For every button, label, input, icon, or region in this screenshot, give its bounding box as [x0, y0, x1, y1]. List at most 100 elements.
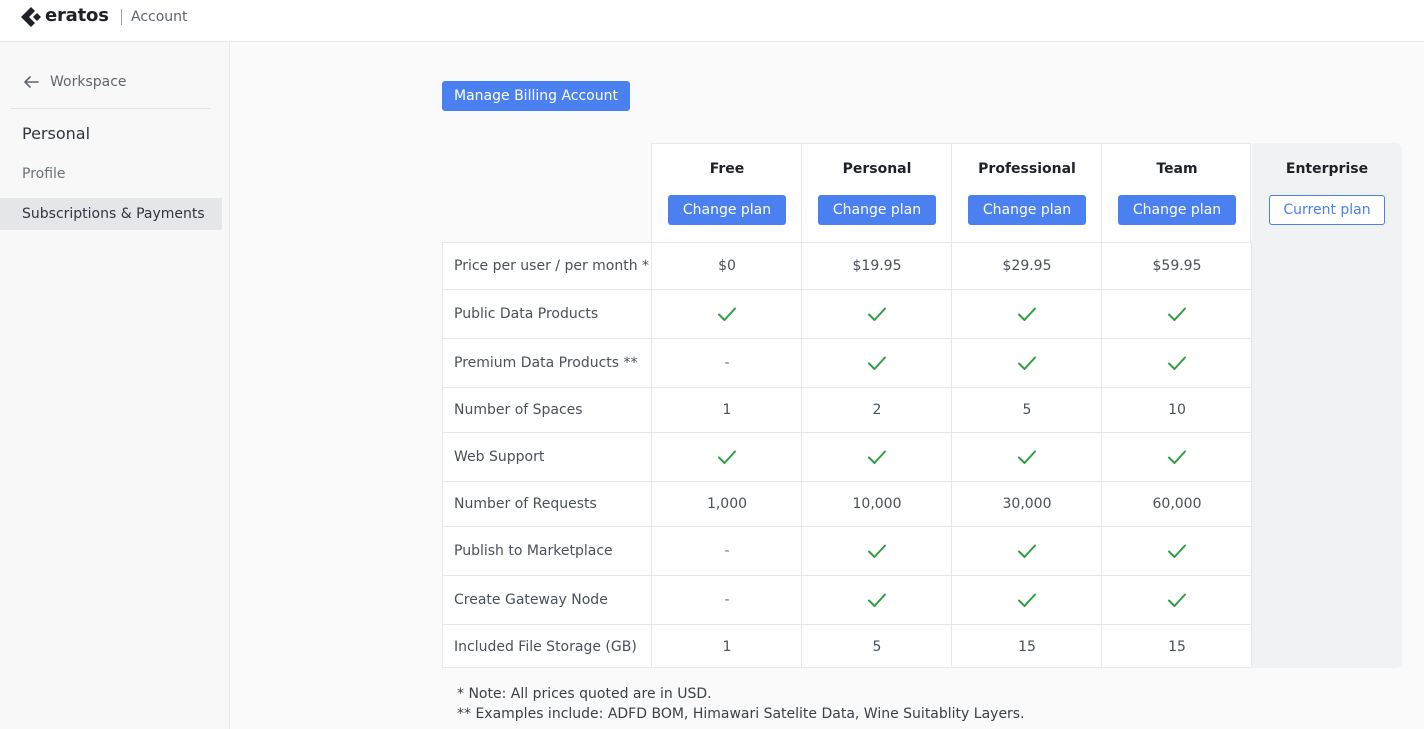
back-to-workspace-link[interactable]: Workspace [22, 70, 127, 94]
brand-name[interactable]: eratos [45, 5, 109, 26]
sidebar-divider [10, 108, 210, 109]
checkmark-icon [718, 307, 736, 321]
cell-value: 10 [1168, 402, 1186, 418]
change-plan-button[interactable]: Change plan [968, 195, 1086, 225]
pricing-notes: * Note: All prices quoted are in USD. **… [457, 684, 1025, 724]
arrow-left-icon [24, 76, 39, 88]
note-line: * Note: All prices quoted are in USD. [457, 686, 712, 702]
sidebar-item-profile[interactable]: Profile [0, 158, 222, 190]
cell-value: 1,000 [706, 496, 748, 512]
table-row: Number of Spaces 1 2 5 10 [442, 387, 1252, 432]
table-row: Price per user / per month * $0 $19.95 $29.… [442, 242, 1252, 289]
back-link-label: Workspace [50, 74, 127, 90]
main-content: Manage Billing Account Free Change plan … [231, 42, 1424, 729]
app-name: Account [131, 9, 188, 25]
feature-included-cell [952, 527, 1102, 575]
feature-included-cell [802, 339, 952, 387]
checkmark-icon [868, 450, 886, 464]
checkmark-icon [1018, 450, 1036, 464]
checkmark-icon [868, 356, 886, 370]
checkmark-icon [718, 450, 736, 464]
cell-value: $0 [718, 257, 736, 274]
plan-header-personal: Personal Change plan [802, 143, 952, 242]
checkmark-icon [1168, 593, 1186, 607]
cell-value: 5 [872, 639, 882, 655]
manage-billing-account-button[interactable]: Manage Billing Account [442, 81, 630, 111]
cell-value: - [724, 543, 730, 559]
feature-value-cell: 1,000 [652, 482, 802, 526]
checkmark-icon [1018, 593, 1036, 607]
feature-label: Premium Data Products ** [454, 355, 638, 371]
feature-value-cell: 1 [652, 625, 802, 669]
brand-separator [121, 9, 122, 25]
feature-value-cell: $59.95 [1102, 242, 1252, 289]
feature-included-cell [652, 290, 802, 338]
table-row: Public Data Products [442, 289, 1252, 338]
feature-included-cell [1102, 290, 1252, 338]
feature-value-cell: $0 [652, 242, 802, 289]
note-line: ** Examples include: ADFD BOM, Himawari … [457, 706, 1025, 722]
checkmark-icon [868, 544, 886, 558]
table-row: Web Support [442, 432, 1252, 481]
feature-value-cell: 30,000 [952, 482, 1102, 526]
feature-included-cell [802, 527, 952, 575]
feature-value-cell: $29.95 [952, 242, 1102, 289]
cell-value: - [724, 355, 730, 371]
cell-value: 15 [1168, 639, 1186, 655]
checkmark-icon [1168, 307, 1186, 321]
feature-included-cell [652, 433, 802, 481]
plan-name: Team [1156, 161, 1198, 177]
table-row: Included File Storage (GB) 1 5 15 15 [442, 624, 1252, 669]
cell-value: - [724, 592, 730, 608]
checkmark-icon [1018, 307, 1036, 321]
plan-header-enterprise: Enterprise Current plan [1252, 143, 1402, 242]
checkmark-icon [1018, 544, 1036, 558]
change-plan-button[interactable]: Change plan [818, 195, 936, 225]
feature-label: Price per user / per month * [454, 257, 650, 274]
feature-label: Web Support [454, 449, 545, 465]
feature-value-cell: 15 [1102, 625, 1252, 669]
current-plan-button[interactable]: Current plan [1269, 195, 1385, 225]
feature-included-cell [1102, 527, 1252, 575]
feature-value-cell: 5 [952, 388, 1102, 432]
feature-value-cell: 2 [802, 388, 952, 432]
plan-header-free: Free Change plan [652, 143, 802, 242]
plan-name: Personal [842, 161, 912, 177]
checkmark-icon [1168, 544, 1186, 558]
feature-included-cell [952, 433, 1102, 481]
plan-name: Free [709, 161, 745, 177]
cell-value: 5 [1022, 402, 1032, 418]
cell-value: 1 [722, 402, 732, 418]
feature-label: Number of Spaces [454, 402, 583, 418]
top-header: eratos Account [0, 0, 1424, 42]
feature-label: Create Gateway Node [454, 592, 608, 608]
checkmark-icon [868, 593, 886, 607]
feature-not-included-cell: - [652, 339, 802, 387]
feature-label: Public Data Products [454, 306, 599, 322]
cell-value: $29.95 [1002, 257, 1052, 274]
feature-not-included-cell: - [652, 576, 802, 624]
feature-value-cell: 10 [1102, 388, 1252, 432]
sidebar-section-title: Personal [22, 124, 91, 143]
change-plan-button[interactable]: Change plan [668, 195, 786, 225]
plan-name: Enterprise [1285, 161, 1369, 177]
sidebar-item-subscriptions[interactable]: Subscriptions & Payments [0, 198, 222, 230]
checkmark-icon [868, 307, 886, 321]
feature-value-cell: 60,000 [1102, 482, 1252, 526]
sidebar: Workspace Personal Profile Subscriptions… [0, 42, 230, 729]
feature-included-cell [952, 576, 1102, 624]
feature-label: Publish to Marketplace [454, 543, 613, 559]
cell-value: 60,000 [1152, 496, 1202, 512]
eratos-logo-icon[interactable] [20, 6, 44, 28]
feature-included-cell [1102, 339, 1252, 387]
table-row: Premium Data Products ** - [442, 338, 1252, 387]
table-row: Number of Requests 1,000 10,000 30,000 60,00… [442, 481, 1252, 526]
plan-header-team: Team Change plan [1102, 143, 1252, 242]
feature-included-cell [952, 290, 1102, 338]
change-plan-button[interactable]: Change plan [1118, 195, 1236, 225]
checkmark-icon [1168, 450, 1186, 464]
feature-value-cell: 15 [952, 625, 1102, 669]
checkmark-icon [1018, 356, 1036, 370]
cell-value: 30,000 [1002, 496, 1052, 512]
cell-value: $19.95 [852, 257, 902, 274]
